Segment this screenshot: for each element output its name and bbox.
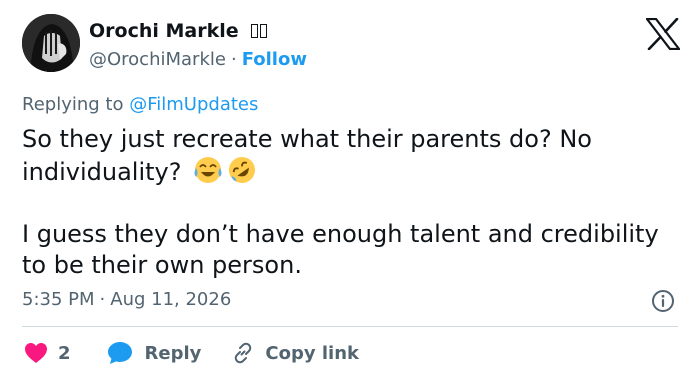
heart-icon [25, 343, 47, 363]
tweet-paragraph-1: So they just recreate what their parents… [22, 124, 672, 188]
reply-button[interactable]: Reply [107, 341, 202, 365]
follow-button[interactable]: Follow [242, 49, 307, 70]
tweet-actions: 2 Reply Copy link [22, 338, 359, 368]
copy-link-button[interactable]: Copy link [231, 341, 359, 365]
avatar-image [22, 14, 80, 72]
x-logo-icon[interactable] [644, 17, 682, 51]
link-icon [235, 342, 252, 364]
info-icon[interactable] [651, 289, 675, 313]
tweet-text: So they just recreate what their parents… [22, 124, 672, 281]
author-handle-line: @OrochiMarkle · Follow [89, 49, 307, 70]
separator-dot: · [99, 289, 106, 310]
author-handle[interactable]: @OrochiMarkle [89, 49, 226, 70]
like-count: 2 [58, 342, 71, 364]
reply-label: Reply [144, 342, 202, 364]
reply-prefix: Replying to [22, 94, 124, 115]
speech-bubble-icon [107, 342, 132, 364]
tweet-paragraph-2: I guess they don’t have enough talent an… [22, 220, 659, 279]
tweet-date: Aug 11, 2026 [110, 289, 232, 310]
tweet-timestamp[interactable]: 5:35 PM · Aug 11, 2026 [22, 289, 231, 310]
tweet-card: Orochi Markle @OrochiMarkle · Follow Reply… [0, 0, 700, 379]
joy-emoji-icon [194, 157, 222, 183]
reply-mention-link[interactable]: @FilmUpdates [129, 94, 258, 115]
rofl-emoji-icon [229, 157, 256, 183]
avatar[interactable] [22, 14, 80, 72]
author-name-text: Orochi Markle [89, 20, 239, 42]
reply-context: Replying to @FilmUpdates [22, 94, 258, 115]
separator-dot: · [230, 49, 237, 70]
like-button[interactable]: 2 [24, 342, 71, 364]
tweet-paragraph-1-text: So they just recreate what their parents… [22, 125, 592, 186]
missing-glyph-badges [251, 19, 269, 41]
divider [22, 326, 678, 327]
tweet-time: 5:35 PM [22, 289, 95, 310]
copy-link-label: Copy link [265, 342, 359, 364]
author-name[interactable]: Orochi Markle [89, 19, 269, 42]
